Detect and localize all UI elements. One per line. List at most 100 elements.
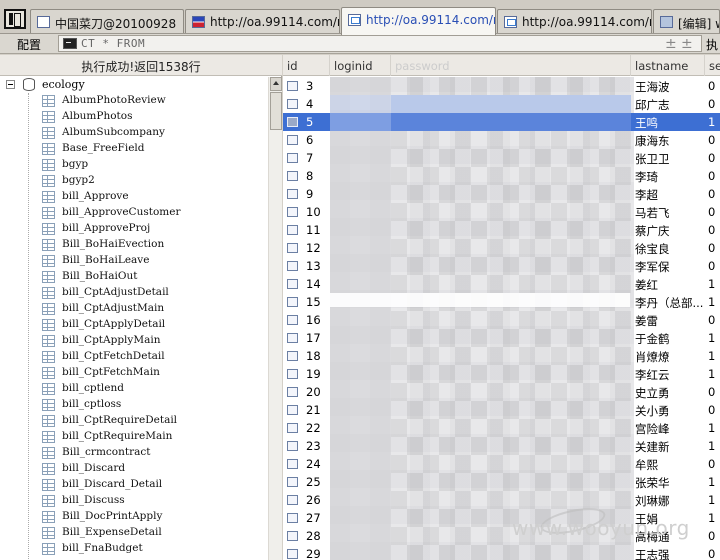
redacted-loginid: [330, 221, 391, 239]
column-header-id[interactable]: id: [283, 55, 330, 76]
table-row[interactable]: 6 康海东 0: [283, 131, 720, 149]
tree-item-table[interactable]: bill_CptAdjustDetail: [0, 285, 268, 301]
tab-bar: 中国菜刀@20100928 http://oa.99114.com/nul...…: [0, 0, 720, 35]
collapse-icon[interactable]: [6, 80, 15, 89]
column-header-password[interactable]: password: [391, 55, 631, 76]
tree-item-table[interactable]: bill_CptApplyMain: [0, 333, 268, 349]
tree-scrollbar[interactable]: [268, 77, 282, 560]
table-row[interactable]: 4 邱广志 0: [283, 95, 720, 113]
table-row[interactable]: 11 蔡广庆 0: [283, 221, 720, 239]
table-row[interactable]: 12 徐宝良 0: [283, 239, 720, 257]
table-row[interactable]: 22 宫险峰 1: [283, 419, 720, 437]
tab-url-3[interactable]: http://oa.99114.com/nul...: [497, 9, 652, 33]
table-row[interactable]: 9 李超 0: [283, 185, 720, 203]
table-row[interactable]: 13 李军保 0: [283, 257, 720, 275]
table-icon: [42, 223, 55, 235]
tree-item-table[interactable]: Bill_BoHaiOut: [0, 269, 268, 285]
tab-edit[interactable]: [编辑] we: [653, 9, 720, 33]
table-row[interactable]: 25 张荣华 1: [283, 473, 720, 491]
tree-item-table[interactable]: bill_cptlend: [0, 381, 268, 397]
table-row[interactable]: 20 史立勇 0: [283, 383, 720, 401]
table-row[interactable]: 19 李红云 1: [283, 365, 720, 383]
sql-query-input[interactable]: CT * FROM ± ±: [58, 35, 702, 52]
tree-item-table[interactable]: bill_Approve: [0, 189, 268, 205]
table-row[interactable]: 18 肖燎燎 1: [283, 347, 720, 365]
tree-item-table[interactable]: bgyp2: [0, 173, 268, 189]
tree-item-table[interactable]: AlbumPhotos: [0, 109, 268, 125]
table-row[interactable]: 23 关建新 1: [283, 437, 720, 455]
table-row[interactable]: 29 王志强 0: [283, 545, 720, 560]
tree-item-table[interactable]: Bill_ExpenseDetail: [0, 525, 268, 541]
tree-item-table[interactable]: bill_ApproveProj: [0, 221, 268, 237]
tree-item-table[interactable]: AlbumPhotoReview: [0, 93, 268, 109]
table-icon: [42, 383, 55, 395]
redacted-loginid: [330, 329, 391, 347]
table-row[interactable]: 7 张卫卫 0: [283, 149, 720, 167]
tree-item-table[interactable]: bill_CptFetchDetail: [0, 349, 268, 365]
redacted-loginid: [330, 527, 391, 545]
database-name: ecology: [42, 78, 85, 91]
tree-item-table[interactable]: Base_FreeField: [0, 141, 268, 157]
tree-item-table[interactable]: bill_cptloss: [0, 397, 268, 413]
cell-se: 0: [708, 223, 716, 237]
cell-id: 6: [306, 133, 314, 147]
plus-icon[interactable]: ±: [665, 36, 677, 52]
scroll-thumb[interactable]: [270, 92, 282, 130]
redacted-loginid: [330, 419, 391, 437]
tree-root-ecology[interactable]: ecology: [0, 77, 268, 93]
tree-item-table[interactable]: Bill_BoHaiLeave: [0, 253, 268, 269]
table-row[interactable]: 24 牟熙 0: [283, 455, 720, 473]
tree-item-table[interactable]: Bill_crmcontract: [0, 445, 268, 461]
table-row[interactable]: 5 王鸣 1: [283, 113, 720, 131]
tree-item-table[interactable]: bill_Discard_Detail: [0, 477, 268, 493]
redacted-password: [391, 239, 631, 257]
config-button[interactable]: 配置: [0, 34, 54, 53]
tab-caidao[interactable]: 中国菜刀@20100928: [30, 9, 184, 33]
column-header-se[interactable]: se: [705, 55, 720, 76]
tree-item-table[interactable]: Bill_DocPrintApply: [0, 509, 268, 525]
redacted-password: [391, 473, 631, 491]
tree-item-table[interactable]: bill_CptRequireMain: [0, 429, 268, 445]
tree-item-table[interactable]: bill_CptApplyDetail: [0, 317, 268, 333]
column-header-loginid[interactable]: loginid: [330, 55, 391, 76]
cell-se: 0: [708, 79, 716, 93]
tree-item-table[interactable]: bill_Discuss: [0, 493, 268, 509]
watermark: www.wooyun.org: [512, 516, 690, 540]
app-logo-icon[interactable]: [4, 9, 26, 29]
row-icon: [287, 297, 298, 307]
table-row[interactable]: 3 王海波 0: [283, 77, 720, 95]
cell-id: 18: [306, 349, 321, 363]
tree-item-table[interactable]: bill_ApproveCustomer: [0, 205, 268, 221]
cell-se: 0: [708, 403, 716, 417]
cube-icon: [660, 16, 673, 28]
row-icon: [287, 351, 298, 361]
cell-lastname: 李丹（总部...: [635, 296, 704, 310]
table-row[interactable]: 17 于金鹤 1: [283, 329, 720, 347]
tree-item-table[interactable]: bill_FnaBudget: [0, 541, 268, 557]
cell-id: 26: [306, 493, 321, 507]
tree-item-table[interactable]: bill_Discard: [0, 461, 268, 477]
table-row[interactable]: 21 关小勇 0: [283, 401, 720, 419]
plus-icon[interactable]: ±: [681, 36, 693, 52]
cell-se: 0: [708, 151, 716, 165]
tree-item-table[interactable]: bill_CptFetchMain: [0, 365, 268, 381]
table-row[interactable]: 10 马若飞 0: [283, 203, 720, 221]
cell-id: 3: [306, 79, 314, 93]
tree-item-table[interactable]: bill_CptRequireDetail: [0, 413, 268, 429]
table-row[interactable]: 26 刘琳娜 1: [283, 491, 720, 509]
redacted-loginid: [330, 401, 391, 419]
redacted-loginid: [330, 545, 391, 560]
table-row[interactable]: 8 李琦 0: [283, 167, 720, 185]
execute-button[interactable]: 执: [706, 36, 718, 53]
table-name: bill_CptRequireMain: [62, 430, 173, 442]
tree-item-table[interactable]: Bill_BoHaiEvection: [0, 237, 268, 253]
tree-item-table[interactable]: AlbumSubcompany: [0, 125, 268, 141]
table-row[interactable]: 16 姜雷 0: [283, 311, 720, 329]
tab-url-2-active[interactable]: http://oa.99114.com/nul...: [341, 7, 496, 35]
tree-item-table[interactable]: bgyp: [0, 157, 268, 173]
scroll-up-icon[interactable]: [270, 77, 282, 91]
column-header-lastname[interactable]: lastname: [631, 55, 705, 76]
tree-item-table[interactable]: bill_CptAdjustMain: [0, 301, 268, 317]
tab-url-1[interactable]: http://oa.99114.com/nul...: [185, 9, 340, 33]
table-row[interactable]: 14 姜红 1: [283, 275, 720, 293]
